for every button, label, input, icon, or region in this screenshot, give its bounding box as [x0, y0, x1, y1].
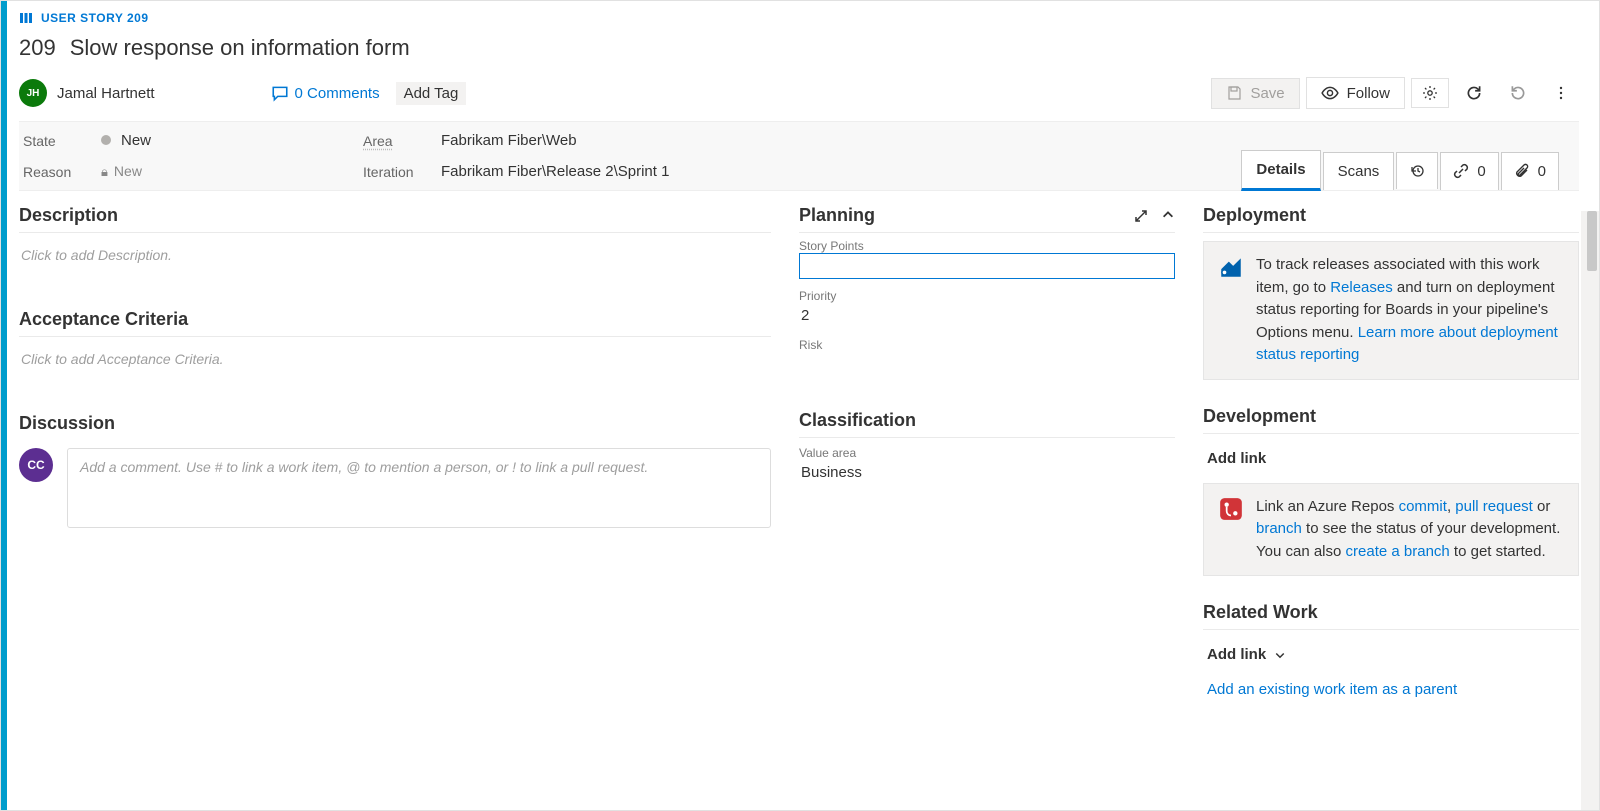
- refresh-icon: [1465, 84, 1483, 102]
- assignee-avatar[interactable]: JH: [19, 79, 47, 107]
- development-infobox: Link an Azure Repos commit, pull request…: [1203, 483, 1579, 577]
- tab-links[interactable]: 0: [1440, 152, 1498, 190]
- save-button[interactable]: Save: [1211, 78, 1299, 109]
- value-area-label: Value area: [799, 446, 1175, 460]
- deployment-heading: Deployment: [1203, 205, 1579, 233]
- scrollbar-thumb[interactable]: [1587, 211, 1597, 271]
- priority-value[interactable]: 2: [799, 303, 1175, 328]
- related-work-heading: Related Work: [1203, 602, 1579, 630]
- tab-details[interactable]: Details: [1241, 150, 1320, 191]
- area-label: Area: [363, 133, 423, 149]
- current-user-avatar: CC: [19, 448, 53, 482]
- related-add-link-button[interactable]: Add link: [1203, 638, 1579, 671]
- kebab-icon: [1553, 85, 1569, 101]
- gear-icon: [1422, 85, 1438, 101]
- priority-label: Priority: [799, 289, 1175, 303]
- add-tag-button[interactable]: Add Tag: [396, 82, 467, 105]
- work-item-title[interactable]: Slow response on information form: [70, 35, 410, 61]
- acceptance-placeholder[interactable]: Click to add Acceptance Criteria.: [19, 345, 771, 373]
- reason-value[interactable]: 🔒︎New: [101, 163, 142, 180]
- dev-add-link-button[interactable]: Add link: [1203, 442, 1579, 475]
- comment-input[interactable]: Add a comment. Use # to link a work item…: [67, 448, 771, 528]
- undo-icon: [1509, 84, 1527, 102]
- scrollbar-track[interactable]: [1581, 211, 1599, 810]
- add-existing-parent-link[interactable]: Add an existing work item as a parent: [1203, 671, 1461, 708]
- state-dot-icon: [101, 135, 111, 145]
- save-icon: [1226, 85, 1242, 101]
- undo-button[interactable]: [1499, 78, 1537, 108]
- description-heading: Description: [19, 205, 771, 233]
- description-placeholder[interactable]: Click to add Description.: [19, 241, 771, 269]
- story-points-label: Story Points: [799, 239, 1175, 253]
- tab-history[interactable]: [1396, 152, 1438, 189]
- history-icon: [1409, 163, 1425, 179]
- state-value[interactable]: New: [101, 132, 151, 149]
- risk-value[interactable]: [799, 352, 1175, 360]
- iteration-value[interactable]: Fabrikam Fiber\Release 2\Sprint 1: [441, 163, 669, 180]
- planning-heading: Planning: [799, 205, 875, 226]
- development-heading: Development: [1203, 406, 1579, 434]
- create-branch-link[interactable]: create a branch: [1346, 543, 1450, 560]
- value-area-value[interactable]: Business: [799, 460, 1175, 485]
- assignee-name[interactable]: Jamal Hartnett: [57, 85, 155, 102]
- work-item-id: 209: [19, 35, 56, 61]
- releases-link[interactable]: Releases: [1330, 279, 1393, 296]
- risk-label: Risk: [799, 338, 1175, 352]
- state-label: State: [23, 133, 83, 149]
- discussion-heading: Discussion: [19, 413, 771, 440]
- acceptance-heading: Acceptance Criteria: [19, 309, 771, 337]
- area-value[interactable]: Fabrikam Fiber\Web: [441, 132, 577, 149]
- user-story-icon: [19, 11, 33, 25]
- classification-heading: Classification: [799, 410, 1175, 438]
- settings-button[interactable]: [1411, 78, 1449, 108]
- more-actions-button[interactable]: [1543, 79, 1579, 107]
- deployment-infobox: To track releases associated with this w…: [1203, 241, 1579, 380]
- repo-icon: [1218, 496, 1244, 564]
- comment-icon: [271, 84, 289, 102]
- expand-icon[interactable]: [1133, 208, 1149, 224]
- work-item-type-label: USER STORY 209: [41, 11, 149, 25]
- tab-scans[interactable]: Scans: [1323, 152, 1395, 190]
- comments-link[interactable]: 0 Comments: [271, 84, 380, 102]
- refresh-button[interactable]: [1455, 78, 1493, 108]
- tab-attachments[interactable]: 0: [1501, 152, 1559, 190]
- pipeline-icon: [1218, 254, 1244, 367]
- lock-icon: 🔒︎: [101, 164, 108, 179]
- link-icon: [1453, 163, 1469, 179]
- story-points-input[interactable]: [799, 253, 1175, 279]
- pull-request-link[interactable]: pull request: [1455, 498, 1533, 515]
- iteration-label: Iteration: [363, 164, 423, 180]
- reason-label: Reason: [23, 164, 83, 180]
- branch-link[interactable]: branch: [1256, 520, 1302, 537]
- collapse-icon[interactable]: [1161, 208, 1175, 224]
- chevron-down-icon: [1274, 649, 1286, 661]
- eye-icon: [1321, 84, 1339, 102]
- follow-button[interactable]: Follow: [1306, 77, 1405, 109]
- commit-link[interactable]: commit: [1399, 498, 1447, 515]
- attachment-icon: [1514, 163, 1530, 179]
